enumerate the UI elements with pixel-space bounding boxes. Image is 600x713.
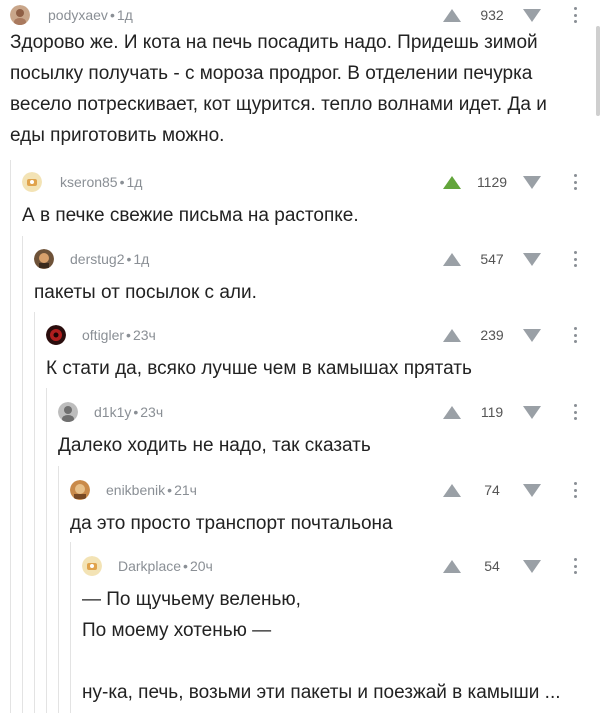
username[interactable]: d1k1y <box>94 404 131 420</box>
comment-meta: podyxaev • 1д <box>48 7 133 23</box>
comment-meta: oftigler • 23ч <box>82 327 156 343</box>
comment: derstug2 • 1д 547 пакеты от посылок с али. <box>32 247 600 308</box>
arrow-down-icon[interactable] <box>523 560 541 573</box>
timestamp: 1д <box>116 7 133 23</box>
comment-line <box>82 646 600 677</box>
score: 239 <box>480 327 504 343</box>
arrow-down-icon[interactable] <box>523 484 541 497</box>
arrow-down-icon[interactable] <box>523 176 541 189</box>
more-vertical-icon[interactable] <box>570 480 580 500</box>
more-vertical-icon[interactable] <box>570 172 580 192</box>
thread-line-3 <box>34 312 35 713</box>
comment-text: Здорово же. И кота на печь посадить надо… <box>10 32 547 146</box>
arrow-up-icon[interactable] <box>443 560 461 573</box>
more-vertical-icon[interactable] <box>570 249 580 269</box>
thread-line-5 <box>58 466 59 713</box>
arrow-up-icon[interactable] <box>443 176 461 189</box>
arrow-down-icon[interactable] <box>523 9 541 22</box>
username[interactable]: Darkplace <box>118 558 181 574</box>
comment-line: По моему хотенью — <box>82 620 272 641</box>
timestamp: 23ч <box>140 404 164 420</box>
more-vertical-icon[interactable] <box>570 402 580 422</box>
arrow-up-icon[interactable] <box>443 253 461 266</box>
arrow-up-icon[interactable] <box>443 9 461 22</box>
user-avatar[interactable] <box>10 5 30 25</box>
comment-text: пакеты от посылок с али. <box>34 282 257 303</box>
comment-meta: kseron85 • 1д <box>60 174 143 190</box>
username[interactable]: podyxaev <box>48 7 108 23</box>
more-vertical-icon[interactable] <box>570 5 580 25</box>
more-vertical-icon[interactable] <box>570 556 580 576</box>
comment-line: ну-ка, печь, возьми эти пакеты и поезжай… <box>82 682 561 703</box>
comment-meta: d1k1y • 23ч <box>94 404 164 420</box>
scrollbar[interactable] <box>596 26 600 116</box>
thread-line-4 <box>46 388 47 713</box>
arrow-down-icon[interactable] <box>523 253 541 266</box>
user-avatar[interactable] <box>82 556 102 576</box>
comment: kseron85 • 1д 1129 А в печке свежие письма… <box>20 170 600 231</box>
comment-text: А в печке свежие письма на растопке. <box>22 205 359 226</box>
comment-meta: enikbenik • 21ч <box>106 482 197 498</box>
user-avatar[interactable] <box>22 172 42 192</box>
user-avatar[interactable] <box>70 480 90 500</box>
arrow-up-icon[interactable] <box>443 329 461 342</box>
comment-meta: derstug2 • 1д <box>70 251 150 267</box>
timestamp: 1д <box>133 251 150 267</box>
username[interactable]: enikbenik <box>106 482 165 498</box>
thread-line-6 <box>70 542 71 713</box>
username[interactable]: oftigler <box>82 327 124 343</box>
comment-text: Далеко ходить не надо, так сказать <box>58 435 371 456</box>
comment: Darkplace • 20ч 54 — По щучьему веленью, П… <box>80 554 600 708</box>
comment: d1k1y • 23ч 119 Далеко ходить не надо, так… <box>56 400 600 461</box>
comment-text: да это просто транспорт почтальона <box>70 513 393 534</box>
user-avatar[interactable] <box>34 249 54 269</box>
arrow-down-icon[interactable] <box>523 406 541 419</box>
comment: enikbenik • 21ч 74 да это просто транспорт… <box>68 478 600 539</box>
timestamp: 20ч <box>189 558 213 574</box>
timestamp: 21ч <box>174 482 197 498</box>
arrow-up-icon[interactable] <box>443 406 461 419</box>
comment-line: — По щучьему веленью, <box>82 589 301 610</box>
score: 74 <box>484 482 500 498</box>
username[interactable]: derstug2 <box>70 251 124 267</box>
timestamp: 23ч <box>132 327 156 343</box>
thread-line-1 <box>10 160 11 713</box>
score: 1129 <box>476 174 508 190</box>
comment-text: К стати да, всяко лучше чем в камышах пр… <box>46 358 472 379</box>
comment: oftigler • 23ч 239 К стати да, всяко лучше… <box>44 323 600 384</box>
score: 54 <box>484 558 500 574</box>
timestamp: 1д <box>126 174 143 190</box>
arrow-down-icon[interactable] <box>523 329 541 342</box>
user-avatar[interactable] <box>58 402 78 422</box>
arrow-up-icon[interactable] <box>443 484 461 497</box>
comment-text: — По щучьему веленью, По моему хотенью —… <box>82 584 600 708</box>
comment: podyxaev • 1д 932 Здорово же. И кота на пе… <box>0 0 600 151</box>
username[interactable]: kseron85 <box>60 174 118 190</box>
score: 119 <box>480 404 504 420</box>
user-avatar[interactable] <box>46 325 66 345</box>
thread-line-2 <box>22 236 23 713</box>
score: 932 <box>480 7 504 23</box>
more-vertical-icon[interactable] <box>570 325 580 345</box>
comment-meta: Darkplace • 20ч <box>118 558 213 574</box>
score: 547 <box>480 251 504 267</box>
